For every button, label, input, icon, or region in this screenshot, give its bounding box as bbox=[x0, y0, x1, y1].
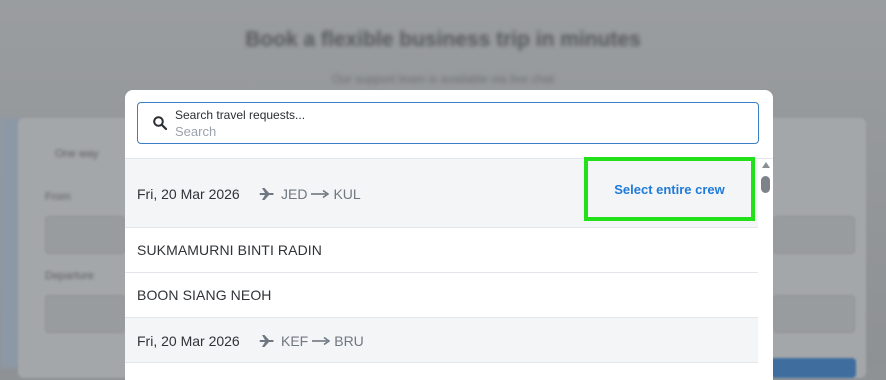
background-to-field bbox=[773, 216, 855, 254]
route-origin: JED bbox=[281, 186, 308, 202]
trip-date: Fri, 20 Mar 2026 bbox=[137, 186, 240, 202]
background-subtitle: Our support team is available via live c… bbox=[331, 72, 555, 86]
background-title: Book a flexible business trip in minutes bbox=[245, 28, 641, 51]
background-departure-label: Departure bbox=[45, 270, 94, 282]
trip-group-header: Fri, 20 Mar 2026 JED KUL Select entire c… bbox=[125, 157, 758, 228]
background-from-field bbox=[45, 216, 125, 254]
arrow-right-icon bbox=[311, 189, 330, 199]
trip-route: KEF BRU bbox=[259, 333, 364, 349]
background-image-strip bbox=[0, 118, 20, 368]
trip-route: JED KUL bbox=[259, 186, 361, 202]
crew-member-row[interactable]: BOON SIANG NEOH bbox=[125, 273, 758, 318]
scroll-up-arrow-icon[interactable] bbox=[762, 162, 770, 168]
background-departure-field bbox=[45, 295, 125, 333]
trip-group-header: Fri, 20 Mar 2026 KEF BRU bbox=[125, 318, 758, 363]
search-icon bbox=[153, 116, 168, 131]
background-search-button bbox=[770, 358, 856, 378]
arrow-right-icon bbox=[312, 336, 331, 346]
search-input[interactable] bbox=[175, 123, 735, 139]
search-box[interactable]: Search travel requests... bbox=[137, 102, 759, 144]
crew-member-row[interactable]: SUKMAMURNI BINTI RADIN bbox=[125, 228, 758, 273]
scrollbar[interactable] bbox=[760, 159, 771, 380]
route-destination: BRU bbox=[334, 333, 364, 349]
trip-date: Fri, 20 Mar 2026 bbox=[137, 333, 240, 349]
background-return-field bbox=[773, 295, 855, 333]
crew-member-name: SUKMAMURNI BINTI RADIN bbox=[137, 242, 322, 258]
background-from-label: From bbox=[45, 191, 71, 203]
route-destination: KUL bbox=[333, 186, 361, 202]
scrollbar-thumb[interactable] bbox=[761, 176, 770, 193]
airplane-icon bbox=[259, 188, 274, 200]
airplane-icon bbox=[259, 335, 274, 347]
select-entire-crew-button[interactable]: Select entire crew bbox=[584, 157, 755, 221]
travel-request-modal: Search travel requests... Fri, 20 Mar 20… bbox=[125, 90, 773, 380]
search-label: Search travel requests... bbox=[175, 108, 306, 122]
crew-member-name: BOON SIANG NEOH bbox=[137, 287, 272, 303]
travel-request-list: Fri, 20 Mar 2026 JED KUL Select entire c… bbox=[125, 157, 758, 363]
route-origin: KEF bbox=[281, 333, 309, 349]
background-tab-label: One way bbox=[55, 148, 99, 160]
